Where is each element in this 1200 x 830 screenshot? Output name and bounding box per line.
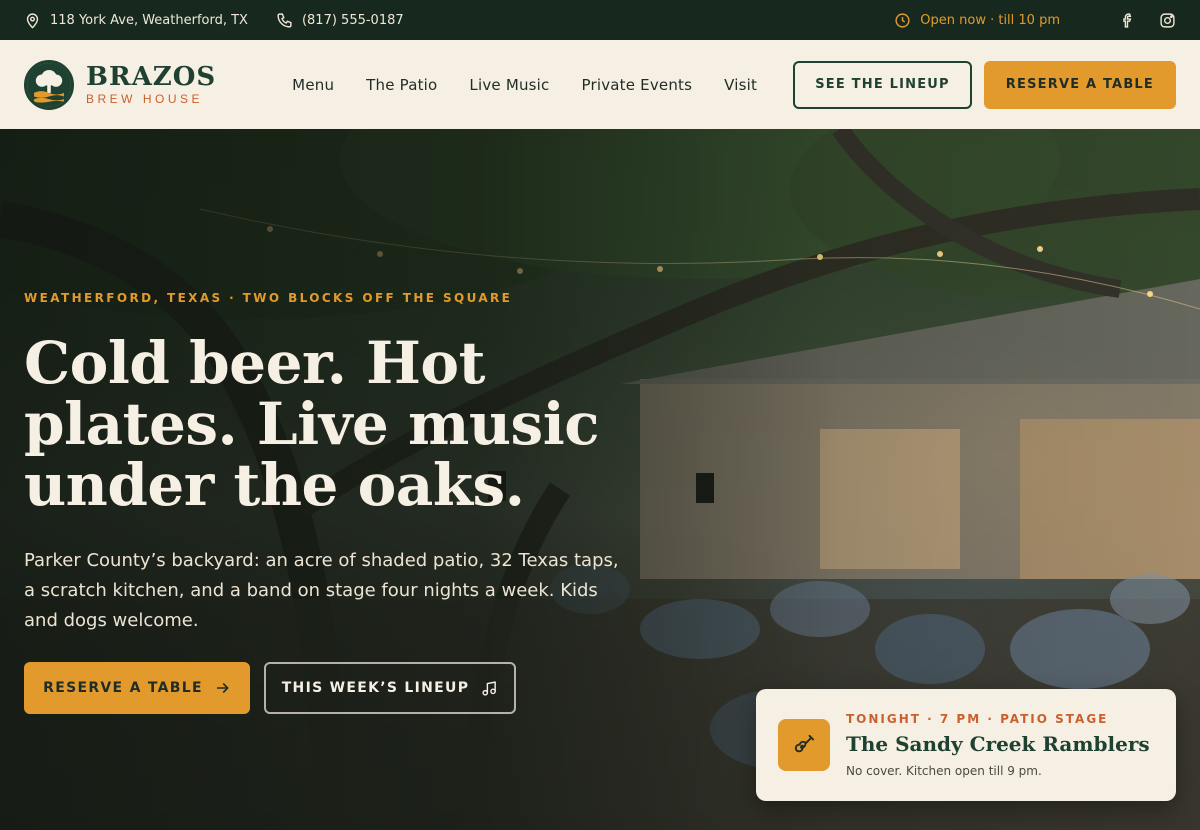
nav-item-live-music[interactable]: Live Music	[469, 76, 549, 94]
hours-text: Open now · till 10 pm	[920, 12, 1060, 28]
brand-wordmark[interactable]: BRAZOS BREW HOUSE	[86, 63, 216, 106]
facebook-icon	[1122, 12, 1131, 28]
phone-icon	[277, 12, 292, 28]
hero-eyebrow: WEATHERFORD, TEXAS · TWO BLOCKS OFF THE …	[24, 291, 513, 305]
facebook-link[interactable]	[1118, 11, 1136, 29]
tonight-label: TONIGHT · 7 PM · PATIO STAGE	[846, 712, 1109, 726]
tonight-act-name: The Sandy Creek Ramblers	[846, 732, 1150, 756]
location-pin-icon	[26, 12, 39, 29]
brand-subtitle: BREW HOUSE	[86, 92, 204, 106]
brand-name: BRAZOS	[86, 62, 217, 92]
top-info-bar: 118 York Ave, Weatherford, TX (817) 555-…	[0, 0, 1200, 40]
nav-item-private-events[interactable]: Private Events	[582, 76, 693, 94]
nav-item-visit[interactable]: Visit	[724, 76, 757, 94]
arrow-right-icon	[216, 683, 229, 693]
hero-description: Parker County’s backyard: an acre of sha…	[24, 550, 619, 631]
hero-lineup-label: THIS WEEK’S LINEUP	[281, 680, 470, 696]
address[interactable]: 118 York Ave, Weatherford, TX	[24, 12, 248, 29]
phone[interactable]: (817) 555-0187	[276, 12, 404, 29]
hero-reserve-button[interactable]: RESERVE A TABLE	[24, 662, 250, 714]
phone-text: (817) 555-0187	[301, 12, 404, 28]
guitar-icon-badge	[778, 719, 830, 771]
music-note-icon	[482, 680, 497, 696]
address-text: 118 York Ave, Weatherford, TX	[50, 12, 248, 28]
guitar-icon	[794, 734, 815, 753]
opening-hours: Open now · till 10 pm	[894, 12, 1060, 29]
hero-lineup-button[interactable]: THIS WEEK’S LINEUP	[264, 662, 516, 714]
brand-logo-icon[interactable]	[24, 59, 74, 110]
nav-item-the-patio[interactable]: The Patio	[366, 76, 437, 94]
nav-item-menu[interactable]: Menu	[292, 76, 334, 94]
site-header: BRAZOS BREW HOUSE Menu The Patio Live Mu…	[0, 40, 1200, 129]
tonight-note: No cover. Kitchen open till 9 pm.	[846, 764, 1042, 778]
reserve-table-button[interactable]: RESERVE A TABLE	[983, 60, 1176, 109]
instagram-icon	[1159, 12, 1175, 28]
hero-section: WEATHERFORD, TEXAS · TWO BLOCKS OFF THE …	[0, 129, 1200, 830]
hero-reserve-label: RESERVE A TABLE	[43, 680, 203, 696]
tonight-details: TONIGHT · 7 PM · PATIO STAGE The Sandy C…	[846, 712, 1150, 778]
clock-icon	[895, 12, 910, 28]
instagram-link[interactable]	[1158, 11, 1176, 29]
see-lineup-button[interactable]: SEE THE LINEUP	[793, 60, 972, 109]
hero-headline: Cold beer. Hot plates. Live music under …	[24, 329, 600, 519]
tonight-card[interactable]: TONIGHT · 7 PM · PATIO STAGE The Sandy C…	[756, 689, 1176, 801]
main-nav: Menu The Patio Live Music Private Events…	[292, 76, 789, 94]
